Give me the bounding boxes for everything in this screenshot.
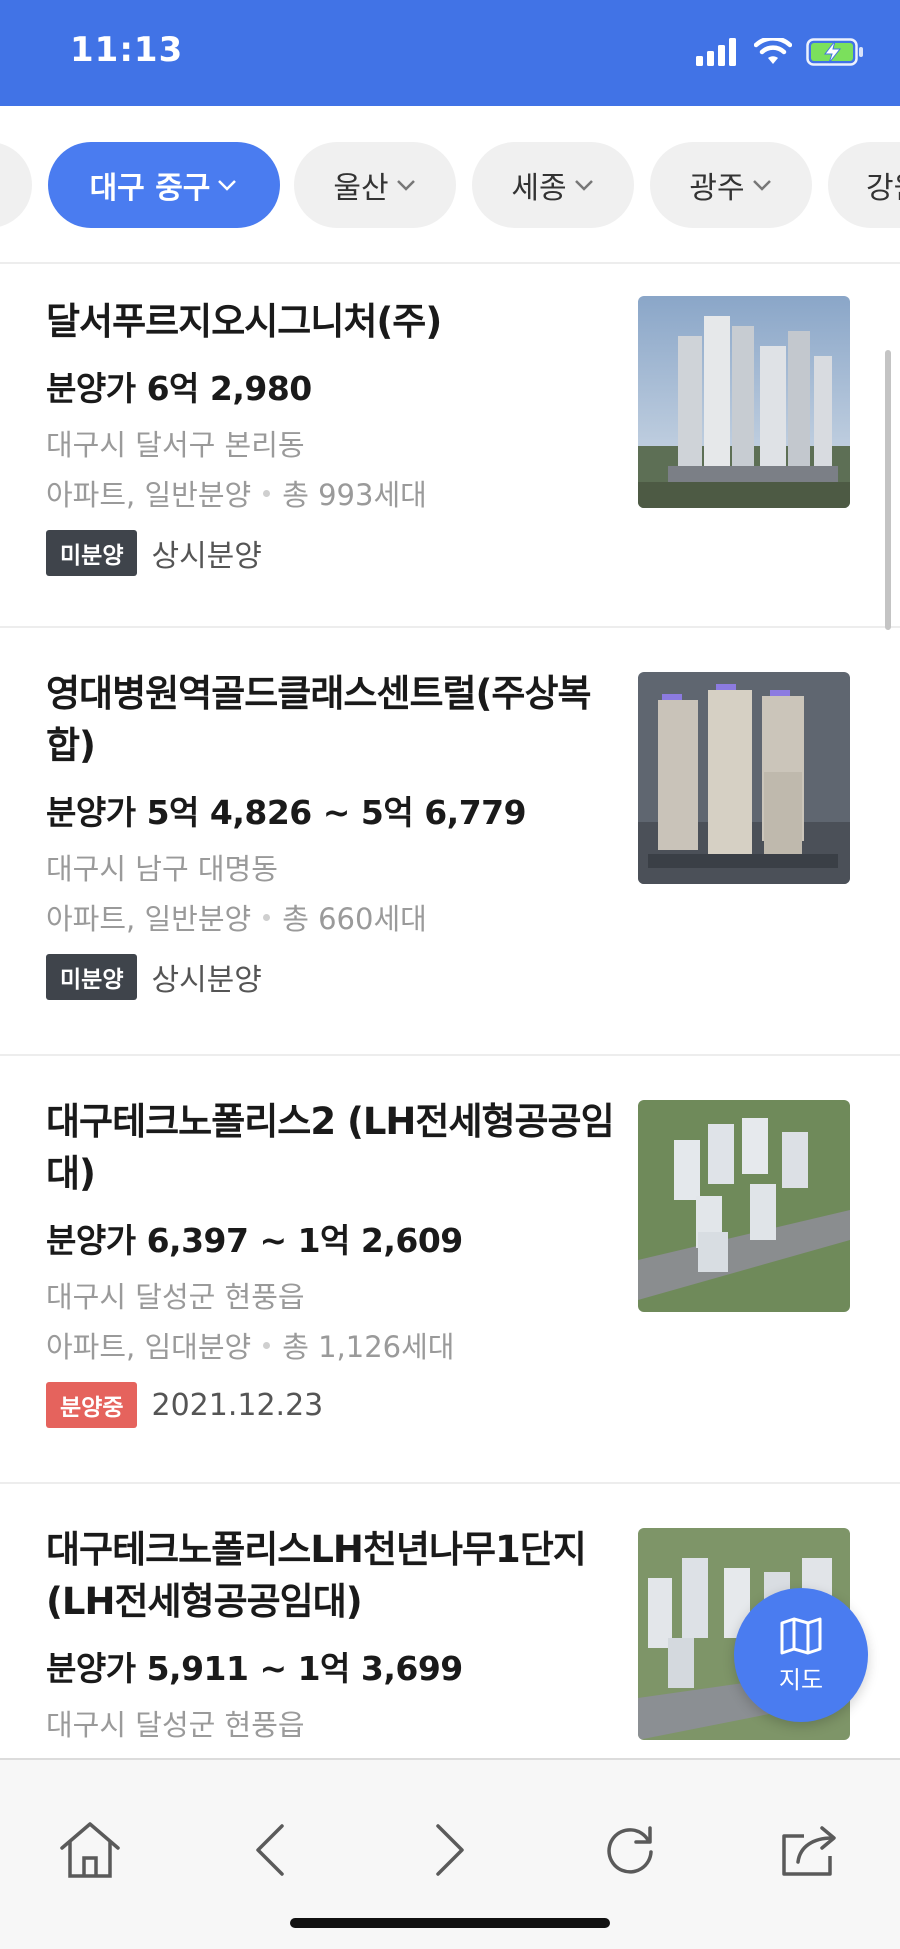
listing-location: 대구시 남구 대명동: [46, 852, 278, 886]
browser-toolbar: [0, 1758, 900, 1949]
chevron-down-icon: [752, 180, 771, 191]
separator-dot: [263, 489, 271, 497]
listing-meta: 아파트, 임대분양 총 1,126세대: [46, 1324, 454, 1366]
listing-location: 대구시 달성군 현풍읍: [46, 1280, 305, 1314]
listing-units: 총 660세대: [282, 902, 427, 936]
status-text: 상시분양: [151, 963, 262, 998]
listing-item[interactable]: 달서푸르지오시그니처(주) 분양가 6억 2,980 대구시 달서구 본리동 아…: [0, 266, 900, 628]
listing-meta: 아파트, 일반분양 총 993세대: [46, 472, 427, 514]
listing-price: 분양가 5억 4,826 ~ 5억 6,779: [46, 793, 527, 832]
listing-title: 대구테크노폴리스2 (LH전세형공공임대): [46, 1100, 615, 1195]
chevron-down-icon: [218, 180, 237, 191]
listing-title: 영대병원역골드클래스센트럴(주상복합): [46, 672, 592, 767]
listing-units: 총 993세대: [282, 478, 427, 512]
listing-price: 분양가 6,397 ~ 1억 2,609: [46, 1221, 463, 1260]
share-button[interactable]: [770, 1810, 850, 1890]
region-chip-ulsan[interactable]: 울산: [294, 142, 456, 228]
listing-type: 아파트, 일반분양: [46, 478, 252, 512]
listing-title: 달서푸르지오시그니처(주): [46, 300, 442, 343]
home-button[interactable]: [50, 1810, 130, 1890]
listing-units: 총 1,126세대: [282, 1330, 455, 1364]
listing-item[interactable]: 영대병원역골드클래스센트럴(주상복합) 분양가 5억 4,826 ~ 5억 6,…: [0, 628, 900, 1056]
signal-icon: [696, 38, 736, 66]
region-chip-previous[interactable]: [0, 142, 32, 228]
refresh-icon: [607, 1826, 653, 1874]
listing-meta: 아파트, 일반분양 총 660세대: [46, 896, 427, 938]
region-filter-bar: 대구 중구 울산 세종 광주 강원: [0, 106, 900, 264]
listing-type: 아파트, 일반분양: [46, 902, 252, 936]
home-indicator: [290, 1918, 610, 1928]
region-chip-label: 광주: [689, 171, 745, 206]
forward-icon: [436, 1824, 464, 1876]
share-icon: [782, 1826, 836, 1876]
map-button-label: 지도: [778, 1665, 824, 1694]
region-chip-label: 강원: [866, 171, 900, 206]
status-icons: [696, 38, 864, 66]
status-badge: 미분양: [46, 530, 138, 576]
region-chip-gangwon[interactable]: 강원: [828, 142, 900, 228]
listing-thumbnail[interactable]: [638, 672, 850, 884]
status-bar: 11:13: [0, 0, 900, 106]
status-badge: 미분양: [46, 954, 138, 1000]
separator-dot: [263, 1341, 271, 1349]
region-chip-daegu-junggu[interactable]: 대구 중구: [48, 142, 280, 228]
listing-status: 미분양 상시분양: [46, 530, 262, 576]
listing-price: 분양가 6억 2,980: [46, 369, 312, 408]
region-chip-gwangju[interactable]: 광주: [650, 142, 812, 228]
listing-status: 분양중 2021.12.23: [46, 1382, 323, 1428]
home-icon: [60, 1822, 120, 1878]
map-icon: [780, 1617, 822, 1654]
listing-price: 분양가 5,911 ~ 1억 3,699: [46, 1649, 463, 1688]
back-icon: [256, 1824, 284, 1876]
region-chip-sejong[interactable]: 세종: [472, 142, 634, 228]
chevron-down-icon: [396, 180, 415, 191]
scroll-indicator[interactable]: [885, 350, 891, 630]
separator-dot: [263, 913, 271, 921]
listing-item[interactable]: 대구테크노폴리스2 (LH전세형공공임대) 분양가 6,397 ~ 1억 2,6…: [0, 1056, 900, 1484]
region-chip-label: 울산: [333, 171, 389, 206]
refresh-button[interactable]: [590, 1810, 670, 1890]
region-chip-label: 세종: [511, 171, 567, 206]
listing-thumbnail[interactable]: [638, 1100, 850, 1312]
listing-title: 대구테크노폴리스LH천년나무1단지(LH전세형공공임대): [46, 1528, 587, 1623]
listing-list: 달서푸르지오시그니처(주) 분양가 6억 2,980 대구시 달서구 본리동 아…: [0, 266, 900, 1760]
listing-location: 대구시 달성군 현풍읍: [46, 1708, 305, 1742]
map-button[interactable]: 지도: [734, 1588, 868, 1722]
back-button[interactable]: [230, 1810, 310, 1890]
listing-type: 아파트, 임대분양: [46, 1330, 252, 1364]
status-text: 상시분양: [151, 539, 262, 574]
listing-thumbnail[interactable]: [638, 296, 850, 508]
battery-charging-icon: [806, 38, 863, 66]
status-badge: 분양중: [46, 1382, 138, 1428]
forward-button[interactable]: [410, 1810, 490, 1890]
listing-location: 대구시 달서구 본리동: [46, 428, 305, 462]
status-time: 11:13: [70, 30, 184, 70]
listing-status: 미분양 상시분양: [46, 954, 262, 1000]
chevron-down-icon: [574, 180, 593, 191]
wifi-icon: [754, 38, 792, 64]
region-chip-label: 대구 중구: [89, 171, 211, 206]
status-date: 2021.12.23: [151, 1387, 324, 1423]
